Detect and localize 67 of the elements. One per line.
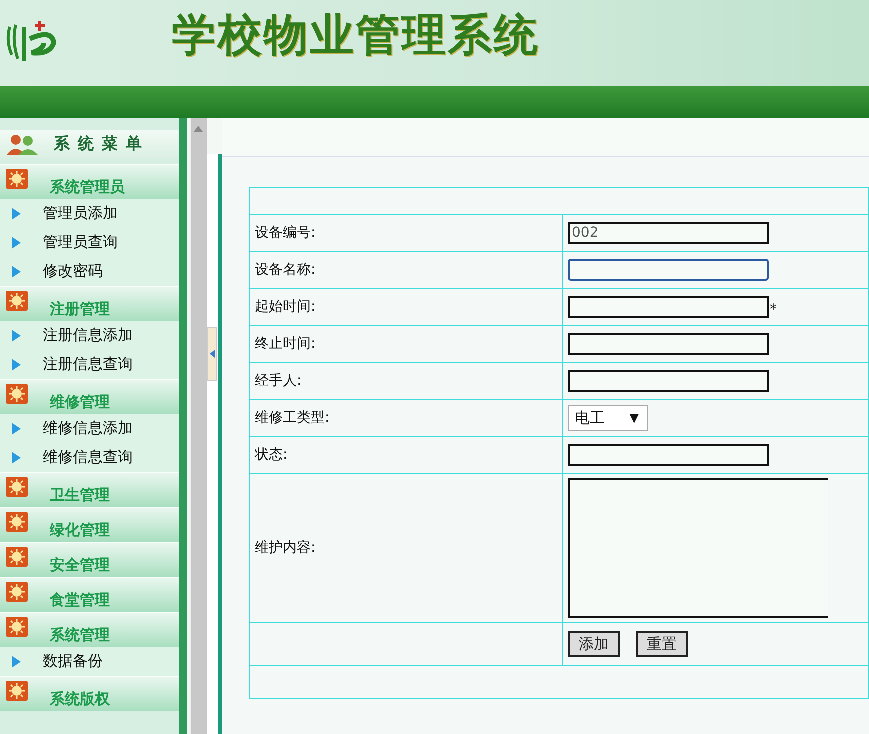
menu-item-label: 维修信息添加 bbox=[43, 419, 133, 438]
menu-item[interactable]: 管理员添加 bbox=[0, 199, 179, 228]
menu-group-label: 卫生管理 bbox=[50, 486, 110, 506]
arrow-icon bbox=[12, 656, 21, 668]
menu-group-label: 安全管理 bbox=[50, 556, 110, 576]
arrow-icon bbox=[12, 452, 21, 464]
field-label: 维护内容: bbox=[255, 540, 316, 556]
system-title: 学校物业管理系统 bbox=[172, 8, 540, 62]
menu-item-label: 管理员添加 bbox=[43, 204, 118, 223]
field-label: 状态: bbox=[255, 447, 288, 463]
collapse-arrow-icon[interactable] bbox=[210, 350, 215, 358]
users-icon bbox=[6, 133, 40, 155]
menu-item[interactable]: 维修信息查询 bbox=[0, 443, 179, 472]
form-button[interactable]: 添加 bbox=[568, 631, 620, 657]
sun-icon bbox=[6, 291, 28, 311]
menu-group-label: 绿化管理 bbox=[50, 521, 110, 541]
menu-item[interactable]: 管理员查询 bbox=[0, 228, 179, 257]
menu-item-label: 修改密码 bbox=[43, 262, 103, 281]
field-label: 起始时间: bbox=[255, 299, 316, 315]
menu-item[interactable]: 数据备份 bbox=[0, 647, 179, 676]
field-label: 设备名称: bbox=[255, 262, 316, 278]
menu-item-label: 维修信息查询 bbox=[43, 448, 133, 467]
menu-item-label: 注册信息查询 bbox=[43, 355, 133, 374]
sun-icon bbox=[6, 617, 28, 637]
splitter-handle[interactable] bbox=[207, 327, 218, 381]
menu-item-label: 管理员查询 bbox=[43, 233, 118, 252]
arrow-icon bbox=[12, 358, 21, 370]
sun-icon bbox=[6, 512, 28, 532]
scrollbar[interactable] bbox=[190, 118, 207, 734]
arrow-icon bbox=[12, 422, 21, 434]
menu-group-label: 食堂管理 bbox=[50, 591, 110, 611]
menu-item-label: 注册信息添加 bbox=[43, 326, 133, 345]
arrow-icon bbox=[12, 330, 21, 342]
content-textarea[interactable] bbox=[568, 478, 828, 618]
menu-item[interactable]: 注册信息添加 bbox=[0, 321, 179, 350]
form-button[interactable]: 重置 bbox=[636, 631, 688, 657]
required-mark: * bbox=[770, 302, 777, 318]
menu-item[interactable]: 修改密码 bbox=[0, 257, 179, 286]
text-field[interactable] bbox=[568, 444, 769, 466]
text-field[interactable] bbox=[568, 296, 769, 318]
type-dropdown[interactable]: 电工 ▼ bbox=[568, 405, 648, 431]
sun-icon bbox=[6, 477, 28, 497]
arrow-icon bbox=[12, 208, 21, 220]
field-label: 设备编号: bbox=[255, 225, 316, 241]
sun-icon bbox=[6, 169, 28, 189]
sidebar-title: 系统菜单 bbox=[54, 134, 150, 154]
menu-group-label: 系统管理员 bbox=[50, 178, 125, 198]
arrow-icon bbox=[12, 266, 21, 278]
menu-group-label: 注册管理 bbox=[50, 300, 110, 320]
text-field[interactable]: 002 bbox=[568, 222, 769, 244]
sun-icon bbox=[6, 681, 28, 701]
sun-icon bbox=[6, 582, 28, 602]
field-label: 维修工类型: bbox=[255, 410, 330, 426]
menu-group-label: 系统版权 bbox=[50, 690, 110, 710]
menu-group-label: 系统管理 bbox=[50, 626, 110, 646]
sun-icon bbox=[6, 547, 28, 567]
menu-item-label: 数据备份 bbox=[43, 652, 103, 671]
field-label: 终止时间: bbox=[255, 336, 316, 352]
menu-item[interactable]: 注册信息查询 bbox=[0, 350, 179, 379]
sun-icon bbox=[6, 384, 28, 404]
field-label: 经手人: bbox=[255, 373, 302, 389]
text-field[interactable] bbox=[568, 259, 769, 281]
arrow-icon bbox=[12, 236, 21, 248]
text-field[interactable] bbox=[568, 370, 769, 392]
menu-group-label: 维修管理 bbox=[50, 393, 110, 413]
text-field[interactable] bbox=[568, 333, 769, 355]
menu-item[interactable]: 维修信息添加 bbox=[0, 414, 179, 443]
